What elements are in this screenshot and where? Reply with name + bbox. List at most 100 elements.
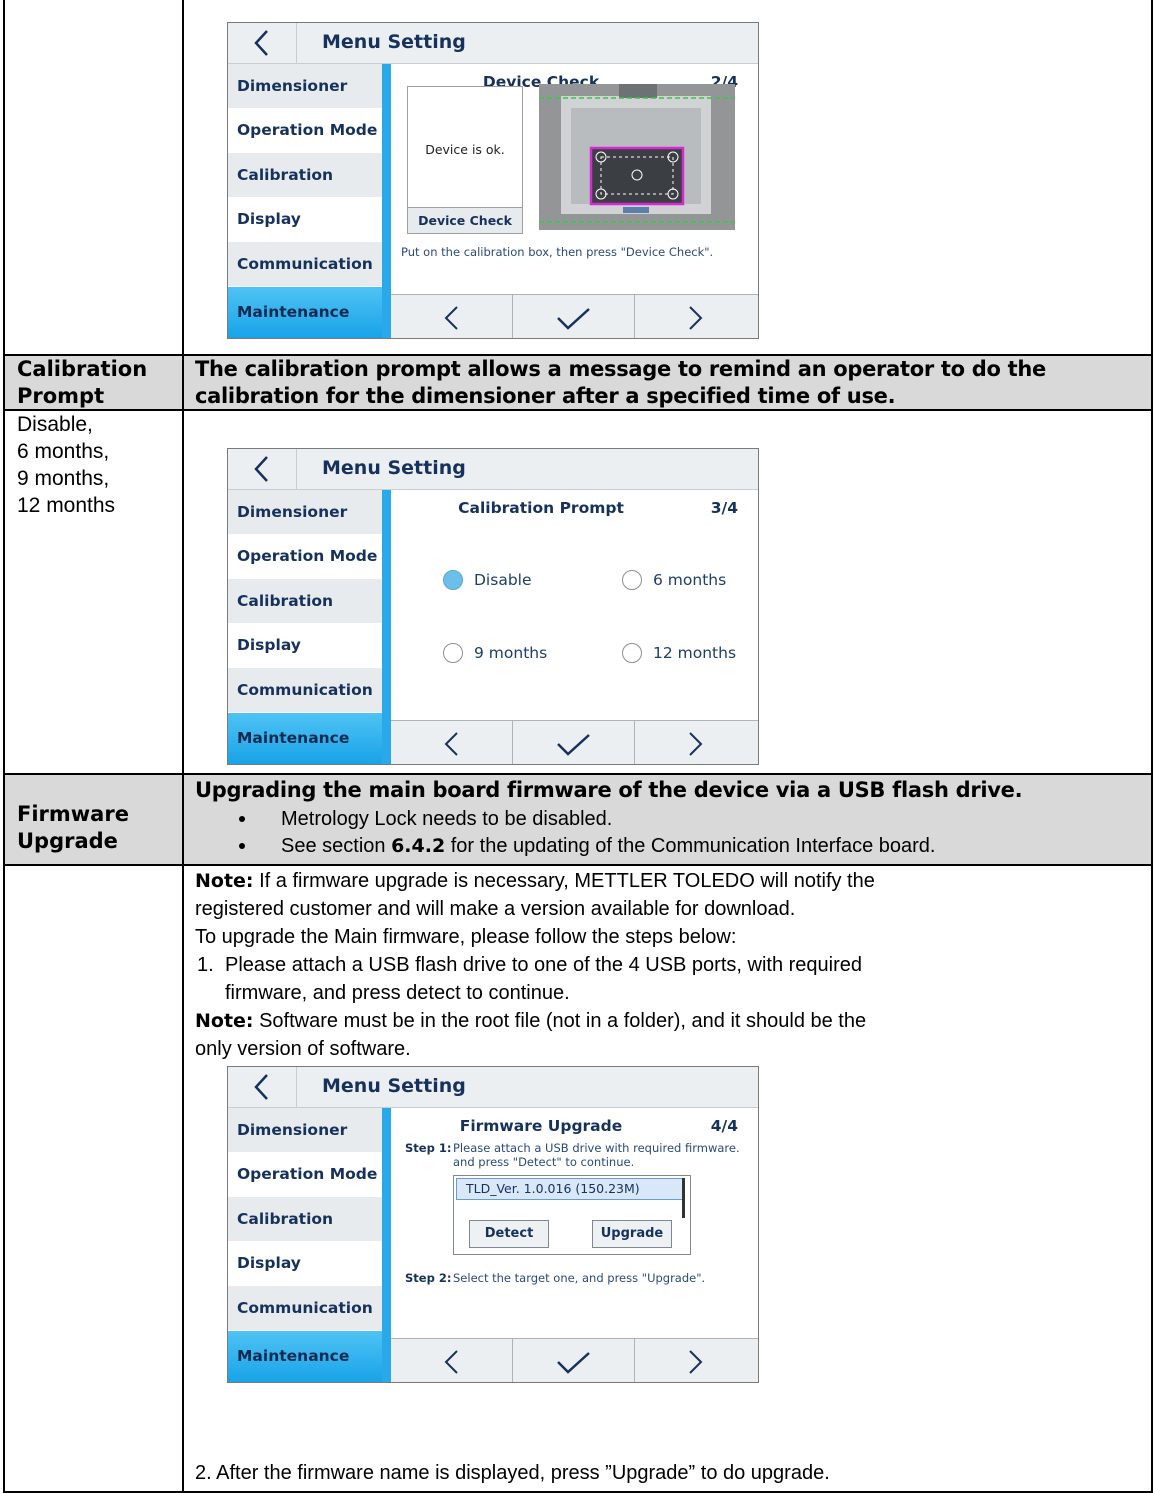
- option-text: 9 months,: [17, 467, 110, 490]
- menu-item-display[interactable]: Display: [228, 1241, 382, 1285]
- page-indicator: 4/4: [710, 1117, 738, 1135]
- label-line: Firmware: [17, 802, 129, 826]
- menu-item-maintenance[interactable]: Maintenance: [228, 713, 382, 764]
- radio-unselected-icon: [622, 570, 642, 590]
- menu-item-dimensioner[interactable]: Dimensioner: [228, 490, 382, 534]
- menu-item-communication[interactable]: Communication: [228, 242, 382, 286]
- checkmark-icon: [557, 1352, 590, 1374]
- note-firmware-notify-cont: registered customer and will make a vers…: [195, 898, 796, 920]
- menu-item-operation-mode[interactable]: Operation Mode: [228, 108, 382, 152]
- menu-item-dimensioner[interactable]: Dimensioner: [228, 64, 382, 108]
- back-arrow-icon[interactable]: [250, 27, 274, 59]
- menu-item-calibration[interactable]: Calibration: [228, 153, 382, 197]
- device-check-button[interactable]: Device Check: [408, 207, 522, 233]
- confirm-button[interactable]: [513, 295, 634, 338]
- menu-item-communication[interactable]: Communication: [228, 668, 382, 712]
- radio-unselected-icon: [622, 643, 642, 663]
- firmware-upgrade-screen: Menu Setting Dimensioner Operation Mode …: [227, 1066, 759, 1383]
- table-border-left: [3, 0, 5, 1493]
- device-check-hint: Put on the calibration box, then press "…: [401, 245, 714, 259]
- menu-item-operation-mode[interactable]: Operation Mode: [228, 1152, 382, 1196]
- chevron-left-icon: [444, 1350, 458, 1374]
- confirm-button[interactable]: [513, 721, 634, 764]
- step-1-instruction: Step 1:: [405, 1141, 452, 1155]
- menu-item-display[interactable]: Display: [228, 197, 382, 241]
- scrollbar[interactable]: [682, 1178, 685, 1218]
- radio-label: 12 months: [653, 644, 737, 662]
- screen-header: Menu Setting: [228, 449, 758, 490]
- upgrade-button[interactable]: Upgrade: [592, 1220, 672, 1248]
- menu-item-maintenance[interactable]: Maintenance: [228, 1331, 382, 1382]
- note-software-root-cont: only version of software.: [195, 1038, 411, 1060]
- next-button[interactable]: [635, 721, 756, 764]
- document-table: Menu Setting Dimensioner Operation Mode …: [3, 0, 1153, 1493]
- side-menu: Dimensioner Operation Mode Calibration D…: [228, 1108, 382, 1382]
- menu-item-maintenance[interactable]: Maintenance: [228, 287, 382, 338]
- note-firmware-notify: Note: If a firmware upgrade is necessary…: [195, 870, 875, 892]
- content-title: Firmware Upgrade: [459, 1117, 623, 1135]
- firmware-upgrade-label: Firmware Upgrade: [17, 801, 129, 855]
- bottom-nav: [391, 720, 758, 764]
- column-divider: [182, 0, 184, 1493]
- calibration-prompt-screen: Menu Setting Dimensioner Operation Mode …: [227, 448, 759, 765]
- description-line: The calibration prompt allows a message …: [195, 357, 1047, 381]
- note-label: Note:: [195, 870, 254, 892]
- screen-title: Menu Setting: [322, 457, 466, 479]
- bullet-text: See section 6.4.2 for the updating of th…: [281, 835, 936, 857]
- prev-button[interactable]: [391, 721, 512, 764]
- chevron-left-icon: [444, 732, 458, 756]
- step-1-number: 1.: [197, 954, 214, 976]
- radio-unselected-icon: [443, 643, 463, 663]
- calibration-prompt-description: The calibration prompt allows a message …: [195, 356, 1145, 410]
- chevron-right-icon: [689, 306, 703, 330]
- step-2-text: Select the target one, and press "Upgrad…: [453, 1271, 706, 1285]
- step-1-text: Please attach a USB flash drive to one o…: [225, 954, 863, 976]
- row-divider: [3, 864, 1153, 866]
- next-button[interactable]: [635, 295, 756, 338]
- screen-title: Menu Setting: [322, 1075, 466, 1097]
- confirm-button[interactable]: [513, 1339, 634, 1382]
- option-text: 6 months,: [17, 440, 110, 463]
- camera-view-image: [539, 84, 735, 230]
- radio-label: Disable: [474, 571, 532, 589]
- step-1-text: Please attach a USB drive with required …: [453, 1141, 740, 1155]
- upgrade-intro: To upgrade the Main firmware, please fol…: [195, 926, 737, 948]
- menu-item-dimensioner[interactable]: Dimensioner: [228, 1108, 382, 1152]
- step-2-text: 2. After the firmware name is displayed,…: [195, 1462, 830, 1484]
- detect-button[interactable]: Detect: [469, 1220, 549, 1248]
- bottom-nav: [391, 294, 758, 338]
- prev-button[interactable]: [391, 295, 512, 338]
- device-check-screen: Menu Setting Dimensioner Operation Mode …: [227, 22, 759, 339]
- back-arrow-icon[interactable]: [250, 453, 274, 485]
- firmware-list[interactable]: TLD_Ver. 1.0.016 (150.23M) Detect Upgrad…: [453, 1175, 691, 1255]
- menu-accent-bar: [382, 1108, 391, 1382]
- back-arrow-icon[interactable]: [250, 1071, 274, 1103]
- chevron-left-icon: [444, 306, 458, 330]
- menu-item-communication[interactable]: Communication: [228, 1286, 382, 1330]
- bullet-text: Metrology Lock needs to be disabled.: [281, 808, 613, 830]
- step-1-text-cont: and press "Detect" to continue.: [453, 1155, 635, 1169]
- menu-item-display[interactable]: Display: [228, 623, 382, 667]
- note-label: Note:: [195, 1010, 254, 1032]
- radio-label: 9 months: [474, 644, 548, 662]
- bullet-icon: [239, 816, 245, 822]
- prev-button[interactable]: [391, 1339, 512, 1382]
- screen-title: Menu Setting: [322, 31, 466, 53]
- menu-item-operation-mode[interactable]: Operation Mode: [228, 534, 382, 578]
- row-divider: [3, 773, 1153, 775]
- option-text: Disable,: [17, 413, 93, 436]
- step-2-label: Step 2:: [405, 1271, 452, 1285]
- next-button[interactable]: [635, 1339, 756, 1382]
- menu-accent-bar: [382, 490, 391, 764]
- firmware-list-item[interactable]: TLD_Ver. 1.0.016 (150.23M): [456, 1178, 684, 1200]
- menu-accent-bar: [382, 64, 391, 338]
- content-title: Calibration Prompt: [458, 499, 624, 517]
- menu-item-calibration[interactable]: Calibration: [228, 579, 382, 623]
- bullet-icon: [239, 843, 245, 849]
- calibration-options-list: Disable, 6 months, 9 months, 12 months: [17, 411, 115, 519]
- screen-header: Menu Setting: [228, 23, 758, 64]
- chevron-right-icon: [689, 732, 703, 756]
- chevron-right-icon: [689, 1350, 703, 1374]
- bottom-nav: [391, 1338, 758, 1382]
- menu-item-calibration[interactable]: Calibration: [228, 1197, 382, 1241]
